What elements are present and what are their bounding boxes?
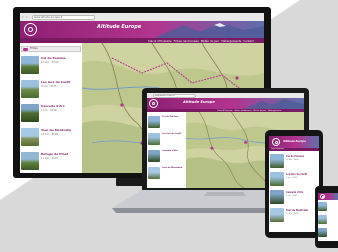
forward-icon[interactable]: › — [26, 14, 28, 19]
item-title: Col de Pelouse — [41, 56, 66, 60]
menu-item[interactable]: Météo du jour — [201, 39, 220, 43]
site-header: Altitude Europe — [147, 98, 304, 109]
list-item[interactable] — [318, 215, 338, 227]
item-meta: 15 km · 6h00 — [286, 213, 299, 215]
url-field[interactable]: www.altiude.europe.fr — [32, 15, 95, 20]
site-header: Altitude Europe — [269, 136, 319, 148]
list-item[interactable]: Tour du Montcalm 15 km · 6h00 — [270, 208, 318, 224]
trail-photo — [270, 208, 284, 222]
trail-photo — [318, 202, 327, 211]
trail-photo — [270, 172, 284, 186]
list-item[interactable]: Les lacs du Carlit 9 km · 3h15 — [21, 80, 81, 102]
list-item[interactable]: Les lacs du Carlit 9 km · 3h15 — [270, 172, 318, 188]
item-title: Les lacs du Carlit — [286, 173, 308, 176]
item-title: Tour du Montcalm — [286, 209, 309, 212]
menu-item[interactable]: Hébergements — [221, 39, 241, 43]
toggle-icon[interactable] — [23, 47, 28, 51]
item-title: Les lacs du Carlit — [41, 80, 70, 84]
trail-photo — [270, 190, 284, 204]
trail-photo — [21, 104, 39, 122]
trail-photo — [21, 128, 39, 146]
item-title: Tour du Montcalm — [162, 167, 183, 169]
item-meta: 11 km · 4h10 — [41, 157, 59, 160]
item-title: Refuge de Pinet — [41, 152, 69, 156]
item-meta: 9 km · 3h15 — [286, 177, 298, 179]
main-menu: Calcul d'itinéraire — [269, 148, 319, 151]
menu-item[interactable]: Contact — [243, 39, 253, 43]
item-meta: 12 km · 4h30 — [286, 159, 299, 161]
back-icon[interactable]: ‹ — [22, 14, 24, 19]
trail-photo — [270, 154, 284, 168]
item-title: Col de Pelouse — [162, 116, 179, 118]
site-title[interactable]: Altitude Europe — [283, 140, 306, 143]
item-title: Cascade d'Ars — [286, 191, 304, 194]
trail-photo — [21, 152, 39, 170]
site-header — [318, 193, 338, 200]
spiral-logo-icon[interactable] — [149, 99, 158, 108]
list-item[interactable] — [318, 202, 338, 214]
phone-screen — [318, 193, 338, 241]
item-meta: 9 km · 3h15 — [41, 85, 57, 88]
trail-photo — [318, 215, 327, 224]
site-title[interactable]: Altitude Europe — [97, 24, 141, 30]
trail-photo — [148, 133, 160, 145]
list-item[interactable]: Refuge de Pinet 11 km · 4h10 — [21, 152, 81, 172]
item-title: Cascade d'Ars — [41, 104, 65, 108]
list-item[interactable]: Les lacs du Carlit — [148, 133, 185, 148]
item-meta: 7 km · 2h40 — [286, 195, 298, 197]
trail-photo — [21, 80, 39, 98]
trail-photo — [148, 116, 160, 128]
trail-photo — [148, 167, 160, 179]
filter-bar[interactable]: Filtres — [21, 46, 81, 52]
item-title: Col de Pelouse — [286, 155, 305, 158]
results-sidebar: Filtres Col de Pelouse 12 km · 4h30 Les … — [20, 43, 83, 173]
spiral-logo-icon[interactable] — [24, 23, 37, 36]
menu-item[interactable]: Calcul d'itinéraire — [148, 39, 172, 43]
item-title: Cascade d'Ars — [162, 150, 178, 152]
site-header: Altitude Europe — [20, 21, 264, 38]
item-meta: 12 km · 4h30 — [41, 61, 59, 64]
list-item[interactable]: Cascade d'Ars 7 km · 2h40 — [21, 104, 81, 126]
list-item[interactable]: Tour du Montcalm 15 km · 6h00 — [21, 128, 81, 150]
list-item[interactable] — [318, 228, 338, 240]
list-item[interactable]: Col de Pelouse 12 km · 4h30 — [21, 56, 81, 78]
tablet-screen: Altitude Europe Calcul d'itinéraire Col … — [269, 136, 319, 232]
mountain-banner — [154, 23, 264, 38]
list-item[interactable]: Cascade d'Ars — [148, 150, 185, 165]
menu-item[interactable]: Fiches randonnées — [174, 39, 199, 43]
spiral-logo-icon[interactable] — [272, 138, 280, 146]
item-title: Les lacs du Carlit — [162, 133, 182, 135]
list-item[interactable]: Col de Pelouse — [148, 116, 185, 131]
spiral-logo-icon[interactable] — [320, 194, 325, 199]
list-item[interactable]: Col de Pelouse 12 km · 4h30 — [270, 154, 318, 170]
menu-item[interactable]: Calcul d'itinéraire — [271, 149, 284, 150]
item-meta: 7 km · 2h40 — [41, 109, 57, 112]
site-title[interactable]: Altitude Europe — [183, 100, 215, 104]
filter-label: Filtres — [30, 47, 38, 50]
list-item[interactable]: Tour du Montcalm — [148, 167, 185, 182]
trail-photo — [148, 150, 160, 162]
item-title: Tour du Montcalm — [41, 128, 72, 132]
item-meta: 15 km · 6h00 — [41, 133, 59, 136]
list-item[interactable]: Cascade d'Ars 7 km · 2h40 — [270, 190, 318, 206]
results-sidebar: Col de Pelouse Les lacs du Carlit Cascad… — [147, 112, 187, 188]
trail-photo — [318, 228, 327, 237]
trail-photo — [21, 56, 39, 74]
mountain-banner — [244, 99, 304, 109]
